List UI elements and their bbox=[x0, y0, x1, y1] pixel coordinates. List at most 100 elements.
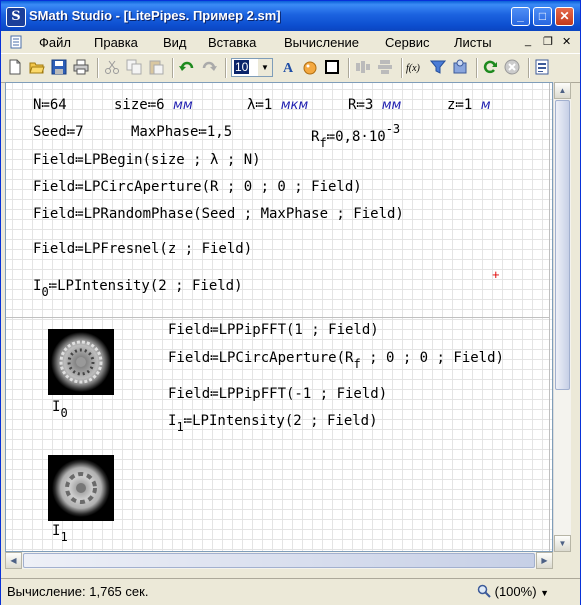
save-icon[interactable] bbox=[51, 59, 67, 75]
expr-lpbegin[interactable]: Field≔LPBegin(size ; λ ; N) bbox=[33, 152, 261, 168]
fill-color-icon[interactable] bbox=[302, 59, 318, 75]
worksheet[interactable]: N≔64 size≔6 мм λ≔1 мкм R≔3 мм z≔1 м Seed… bbox=[5, 82, 553, 552]
page-margin-line bbox=[549, 83, 550, 551]
page-break-line bbox=[6, 317, 549, 318]
svg-text:f(x): f(x) bbox=[406, 63, 421, 74]
var-size[interactable]: size≔6 мм bbox=[114, 97, 193, 113]
scroll-up-button[interactable]: ▲ bbox=[554, 82, 571, 99]
title-bar[interactable]: S SMath Studio - [LitePipes. Пример 2.sm… bbox=[1, 1, 580, 31]
menu-bar: Файл Правка Вид Вставка Вычисление Серви… bbox=[1, 31, 580, 53]
window-title: SMath Studio - [LitePipes. Пример 2.sm] bbox=[29, 8, 281, 23]
align-horizontal-icon[interactable] bbox=[355, 59, 371, 75]
redo-icon[interactable] bbox=[201, 59, 217, 75]
maximize-button[interactable]: □ bbox=[533, 7, 552, 26]
plugins-icon[interactable] bbox=[452, 59, 468, 75]
function-icon[interactable]: f(x) bbox=[405, 59, 425, 75]
menu-sheets[interactable]: Листы bbox=[454, 35, 492, 50]
var-lambda[interactable]: λ≔1 мкм bbox=[247, 97, 308, 113]
toolbar-separator bbox=[401, 58, 403, 78]
unit-mkm: мкм bbox=[280, 98, 309, 113]
status-bar: Вычисление: 1,765 сек. (100%) ▼ bbox=[1, 578, 580, 605]
expr-lpcircaperture[interactable]: Field≔LPCircAperture(R ; 0 ; 0 ; Field) bbox=[33, 179, 362, 195]
expr-pipfft-forward[interactable]: Field≔LPPipFFT(1 ; Field) bbox=[168, 322, 379, 338]
expr-pipfft-inverse[interactable]: Field≔LPPipFFT(-1 ; Field) bbox=[168, 386, 387, 402]
expr-lprandomphase[interactable]: Field≔LPRandomPhase(Seed ; MaxPhase ; Fi… bbox=[33, 206, 404, 222]
toolbar-separator bbox=[97, 58, 99, 78]
intensity1-sub: 1 bbox=[176, 420, 184, 434]
image-label-i0: I0 bbox=[52, 399, 68, 420]
var-z-expr: z≔1 bbox=[447, 97, 473, 113]
expr-lpfresnel[interactable]: Field≔LPFresnel(z ; Field) bbox=[33, 241, 252, 257]
intensity1-expr: ≔LPIntensity(2 ; Field) bbox=[183, 413, 378, 429]
new-document-icon[interactable] bbox=[7, 59, 23, 75]
var-z[interactable]: z≔1 м bbox=[447, 97, 491, 113]
var-rf-exp: -3 bbox=[385, 122, 401, 136]
var-size-expr: size≔6 bbox=[114, 97, 165, 113]
unit-mm: мм bbox=[173, 98, 193, 113]
menu-edit[interactable]: Правка bbox=[94, 35, 138, 50]
var-maxphase[interactable]: MaxPhase≔1,5 bbox=[131, 124, 232, 140]
app-logo-icon[interactable]: S bbox=[6, 7, 26, 27]
text-color-icon[interactable]: A bbox=[280, 59, 296, 75]
scroll-left-button[interactable]: ◀ bbox=[5, 552, 22, 569]
menu-view[interactable]: Вид bbox=[163, 35, 187, 50]
paste-icon[interactable] bbox=[148, 59, 164, 75]
vertical-scrollbar[interactable]: ▲ ▼ bbox=[553, 82, 571, 552]
magnifier-icon[interactable] bbox=[477, 584, 491, 598]
mdi-minimize-button[interactable]: _ bbox=[525, 35, 531, 47]
unit-mm: мм bbox=[381, 98, 402, 113]
mdi-restore-button[interactable]: ❐ bbox=[543, 35, 553, 48]
toolbar-separator bbox=[528, 58, 530, 78]
calculation-time: Вычисление: 1,765 сек. bbox=[7, 584, 149, 599]
mdi-close-button[interactable]: ✕ bbox=[562, 35, 571, 48]
image-label-i1: I1 bbox=[52, 523, 68, 544]
stop-icon[interactable] bbox=[504, 59, 520, 75]
align-vertical-icon[interactable] bbox=[377, 59, 393, 75]
intensity1-image[interactable] bbox=[48, 455, 114, 521]
menu-insert[interactable]: Вставка bbox=[208, 35, 256, 50]
expr-circaperture-rf[interactable]: Field≔LPCircAperture(Rf ; 0 ; 0 ; Field) bbox=[168, 350, 504, 371]
toolbar: 10 ▼ A f(x) bbox=[1, 53, 580, 83]
expr-intensity0[interactable]: I0≔LPIntensity(2 ; Field) bbox=[33, 278, 243, 299]
intensity0-image[interactable] bbox=[48, 329, 114, 395]
var-R[interactable]: R≔3 мм bbox=[348, 97, 401, 113]
var-rf-value: ≔0,8·10 bbox=[326, 129, 386, 145]
minimize-button[interactable]: _ bbox=[511, 7, 530, 26]
scroll-right-button[interactable]: ▶ bbox=[536, 552, 553, 569]
intensity0-sub: 0 bbox=[41, 285, 49, 299]
font-size-select[interactable]: 10 ▼ bbox=[231, 58, 273, 77]
menu-tools[interactable]: Сервис bbox=[385, 35, 430, 50]
undo-icon[interactable] bbox=[179, 59, 195, 75]
filter-icon[interactable] bbox=[430, 59, 446, 75]
var-rf[interactable]: Rf≔0,8·10-3 bbox=[311, 122, 400, 150]
vertical-scroll-thumb[interactable] bbox=[555, 100, 570, 390]
chevron-down-icon[interactable]: ▼ bbox=[540, 588, 549, 598]
print-icon[interactable] bbox=[73, 59, 89, 75]
var-N[interactable]: N≔64 bbox=[33, 97, 67, 113]
properties-icon[interactable] bbox=[534, 59, 550, 75]
document-icon[interactable] bbox=[9, 35, 23, 49]
horizontal-scroll-thumb[interactable] bbox=[23, 553, 535, 568]
horizontal-scrollbar[interactable]: ◀ ▶ bbox=[5, 552, 553, 569]
close-button[interactable]: ✕ bbox=[555, 7, 574, 26]
expr-intensity1[interactable]: I1≔LPIntensity(2 ; Field) bbox=[168, 413, 378, 434]
image-label-i0-sub: 0 bbox=[60, 406, 68, 420]
copy-icon[interactable] bbox=[126, 59, 142, 75]
circaperture-rf-sub: f bbox=[353, 357, 361, 371]
var-lambda-expr: λ≔1 bbox=[247, 97, 273, 113]
scroll-down-button[interactable]: ▼ bbox=[554, 535, 571, 552]
cut-icon[interactable] bbox=[104, 59, 120, 75]
insert-cursor[interactable]: + bbox=[492, 267, 500, 282]
toolbar-separator bbox=[476, 58, 478, 78]
menu-file[interactable]: Файл bbox=[39, 35, 71, 50]
open-folder-icon[interactable] bbox=[29, 59, 45, 75]
circaperture-rf-rest: ; 0 ; 0 ; Field) bbox=[360, 350, 504, 366]
chevron-down-icon[interactable]: ▼ bbox=[258, 59, 272, 76]
var-seed[interactable]: Seed≔7 bbox=[33, 124, 84, 140]
intensity0-expr: ≔LPIntensity(2 ; Field) bbox=[48, 278, 243, 294]
border-icon[interactable] bbox=[324, 59, 340, 75]
toolbar-separator bbox=[172, 58, 174, 78]
zoom-control[interactable]: (100%) ▼ bbox=[477, 584, 549, 599]
menu-calculate[interactable]: Вычисление bbox=[284, 35, 359, 50]
recalculate-icon[interactable] bbox=[482, 59, 498, 75]
